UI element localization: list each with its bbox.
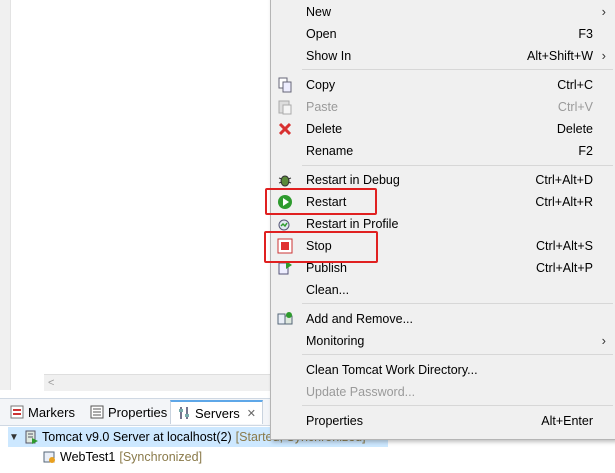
menu-label: Publish [306, 261, 347, 275]
chevron-down-icon[interactable]: ▼ [8, 432, 20, 443]
menu-shortcut: Delete [556, 122, 593, 136]
menu-item-new[interactable]: New › [271, 1, 615, 23]
close-icon[interactable]: ✕ [247, 407, 256, 420]
menu-label: Open [306, 27, 337, 41]
menu-label: Rename [306, 144, 354, 158]
menu-item-update-password[interactable]: Update Password... [271, 381, 615, 403]
menu-label: Restart in Debug [306, 173, 400, 187]
markers-icon [10, 405, 24, 419]
tab-markers[interactable]: Markers [4, 401, 81, 423]
chevron-right-icon: › [601, 4, 606, 19]
menu-item-rename[interactable]: Rename F2 [271, 140, 615, 162]
menu-item-clean-tomcat-work-directory[interactable]: Clean Tomcat Work Directory... [271, 359, 615, 381]
chevron-right-icon: › [601, 333, 606, 348]
tab-properties-label: Properties [108, 404, 168, 420]
debug-bug-icon [277, 172, 293, 188]
menu-label: Copy [306, 78, 336, 92]
paste-icon [277, 99, 293, 115]
menu-item-clean[interactable]: Clean... [271, 279, 615, 301]
menu-label: Delete [306, 122, 343, 136]
menu-shortcut: Ctrl+V [557, 100, 593, 114]
servers-icon [177, 406, 191, 420]
menu-item-add-and-remove[interactable]: Add and Remove... [271, 308, 615, 330]
menu-separator [302, 354, 613, 355]
menu-shortcut: Alt+Shift+W [527, 49, 593, 63]
menu-label: Properties [306, 414, 363, 428]
menu-separator [302, 165, 613, 166]
menu-shortcut: Ctrl+Alt+P [536, 261, 593, 275]
menu-label: New [306, 5, 332, 19]
menu-item-properties[interactable]: Properties Alt+Enter [271, 410, 615, 432]
menu-item-open[interactable]: Open F3 [271, 23, 615, 45]
menu-label: Update Password... [306, 385, 416, 399]
profile-icon [277, 216, 293, 232]
menu-item-show-in[interactable]: Show In Alt+Shift+W › [271, 45, 615, 67]
tree-row-webtest1[interactable]: WebTest1 [Synchronized] [42, 447, 202, 467]
tab-markers-label: Markers [28, 404, 75, 420]
tab-properties[interactable]: Properties [84, 401, 173, 423]
menu-label: Paste [306, 100, 338, 114]
context-menu: New › Open F3 Show In Alt+Shift+W › Copy… [270, 0, 615, 440]
menu-shortcut: Ctrl+Alt+S [536, 239, 593, 253]
server-name: Tomcat v9.0 Server at localhost(2) [42, 430, 232, 444]
menu-separator [302, 405, 613, 406]
editor-horizontal-scrollbar[interactable]: < [44, 374, 284, 391]
stop-highlight-box [264, 231, 378, 263]
menu-shortcut: Ctrl+Alt+D [535, 173, 593, 187]
copy-icon [277, 77, 293, 93]
menu-label: Add and Remove... [306, 312, 414, 326]
menu-item-delete[interactable]: Delete Delete [271, 118, 615, 140]
chevron-right-icon: › [601, 48, 606, 63]
menu-shortcut: Alt+Enter [541, 414, 593, 428]
module-status: [Synchronized] [119, 450, 203, 464]
menu-separator [302, 303, 613, 304]
menu-label: Monitoring [306, 334, 365, 348]
scroll-left-arrow-icon[interactable]: < [48, 375, 54, 391]
restart-highlight-box [265, 188, 377, 215]
module-name: WebTest1 [60, 450, 116, 464]
editor-gutter [0, 0, 11, 390]
delete-icon [277, 121, 293, 137]
server-icon [24, 430, 38, 444]
tab-servers[interactable]: Servers ✕ [170, 400, 264, 424]
menu-shortcut: Ctrl+Alt+R [535, 195, 593, 209]
menu-item-monitoring[interactable]: Monitoring › [271, 330, 615, 352]
menu-label: Restart in Profile [306, 217, 399, 231]
menu-item-copy[interactable]: Copy Ctrl+C [271, 74, 615, 96]
menu-label: Clean... [306, 283, 350, 297]
menu-shortcut: F3 [578, 27, 593, 41]
menu-separator [302, 69, 613, 70]
menu-shortcut: F2 [578, 144, 593, 158]
menu-label: Clean Tomcat Work Directory... [306, 363, 478, 377]
add-remove-icon [277, 311, 293, 327]
web-module-icon [42, 450, 56, 464]
menu-label: Show In [306, 49, 352, 63]
menu-shortcut: Ctrl+C [557, 78, 593, 92]
properties-icon [90, 405, 104, 419]
tab-servers-label: Servers [195, 405, 240, 421]
menu-item-paste[interactable]: Paste Ctrl+V [271, 96, 615, 118]
